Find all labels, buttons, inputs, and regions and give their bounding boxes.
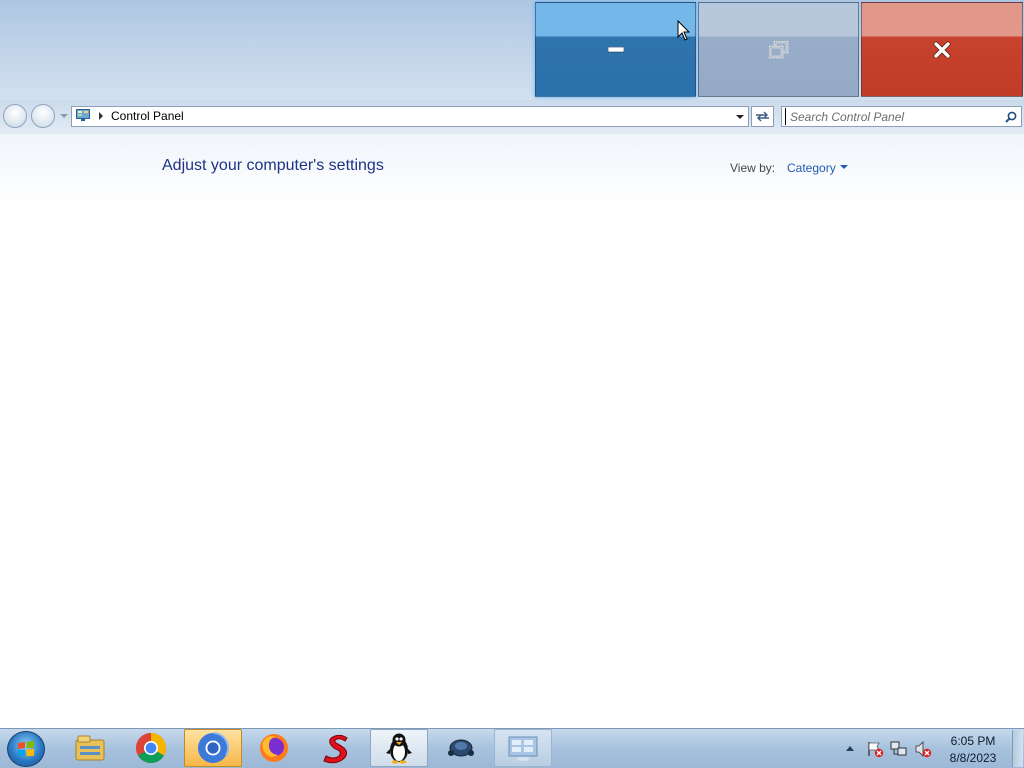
restore-icon bbox=[768, 40, 788, 58]
search-box[interactable] bbox=[781, 106, 1022, 127]
minimize-button[interactable] bbox=[535, 2, 696, 97]
clock-time[interactable]: 6:05 PM bbox=[940, 734, 1006, 748]
chrome-icon bbox=[198, 732, 229, 763]
minimize-icon bbox=[607, 46, 624, 52]
s-app-icon bbox=[323, 734, 348, 764]
file-explorer-icon bbox=[75, 735, 105, 761]
taskbar-chrome-active[interactable] bbox=[184, 729, 242, 767]
control-panel-icon bbox=[76, 109, 90, 121]
clock-date[interactable]: 8/8/2023 bbox=[940, 751, 1006, 765]
restore-button[interactable] bbox=[698, 2, 859, 97]
taskbar-file-explorer[interactable] bbox=[61, 729, 119, 767]
content-area bbox=[0, 134, 1024, 728]
recent-pages-chevron-down-icon[interactable] bbox=[60, 114, 68, 118]
show-desktop-button[interactable] bbox=[1012, 730, 1023, 767]
close-button[interactable] bbox=[861, 2, 1023, 97]
view-by-label: View by: bbox=[730, 161, 776, 175]
address-history-chevron-down-icon[interactable] bbox=[736, 115, 744, 119]
control-panel-icon bbox=[508, 736, 538, 761]
search-icon[interactable] bbox=[1005, 111, 1017, 123]
volume-muted-icon[interactable] bbox=[914, 740, 932, 758]
show-hidden-icons-chevron-up-icon[interactable] bbox=[846, 746, 854, 751]
breadcrumb-control-panel[interactable]: Control Panel bbox=[111, 109, 184, 123]
refresh-icon bbox=[756, 111, 769, 122]
start-button[interactable] bbox=[7, 731, 45, 767]
firefox-icon bbox=[260, 734, 288, 762]
taskbar-chrome[interactable] bbox=[122, 729, 180, 767]
taskbar-mouse-app[interactable] bbox=[432, 729, 490, 767]
view-by-chevron-down-icon[interactable] bbox=[840, 165, 848, 169]
taskbar-s-app[interactable] bbox=[308, 729, 366, 767]
taskbar-firefox[interactable] bbox=[245, 729, 303, 767]
taskbar-penguin-app[interactable] bbox=[370, 729, 428, 767]
mouse-app-icon bbox=[448, 739, 474, 757]
back-button[interactable] bbox=[3, 104, 27, 128]
network-icon[interactable] bbox=[890, 740, 908, 758]
view-by-dropdown[interactable]: Category bbox=[787, 161, 836, 175]
mouse-cursor-icon bbox=[677, 20, 691, 41]
taskbar-control-panel[interactable] bbox=[494, 729, 552, 767]
windows-logo-icon bbox=[18, 741, 34, 757]
chrome-icon bbox=[135, 733, 167, 764]
refresh-button[interactable] bbox=[751, 106, 774, 127]
search-input[interactable] bbox=[785, 108, 1000, 125]
close-icon bbox=[933, 41, 951, 58]
penguin-icon bbox=[386, 733, 412, 764]
breadcrumb-separator-icon[interactable] bbox=[99, 112, 103, 120]
action-center-flag-icon[interactable] bbox=[866, 740, 884, 758]
address-bar[interactable]: Control Panel bbox=[71, 106, 749, 127]
forward-button[interactable] bbox=[31, 104, 55, 128]
page-title: Adjust your computer's settings bbox=[162, 157, 384, 174]
